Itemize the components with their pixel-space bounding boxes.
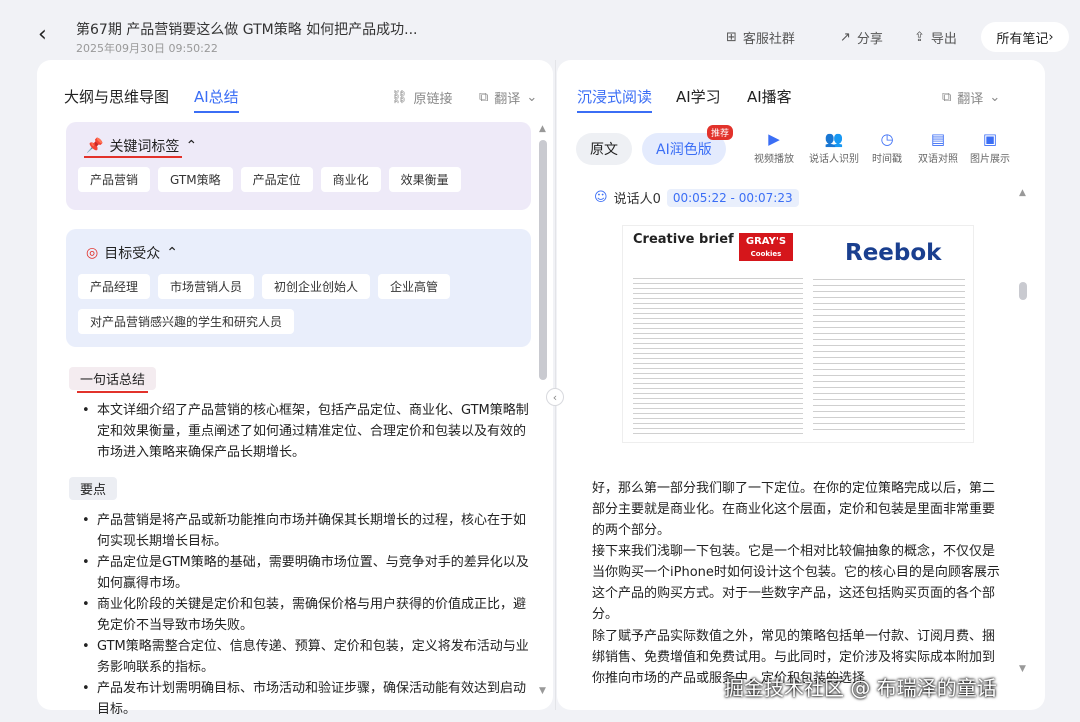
keyword-tag[interactable]: 商业化 (320, 167, 381, 192)
keyword-tag[interactable]: 产品定位 (240, 167, 313, 192)
scroll-down-icon[interactable]: ▼ (1019, 664, 1026, 674)
note-title: 第67期 产品营销要这么做 GTM策略 如何把产品成功... (76, 22, 418, 38)
right-scrollbar[interactable] (1019, 282, 1027, 300)
audience-header[interactable]: ◎ 目标受众 ⌃ (86, 243, 178, 263)
tab-ai-summary[interactable]: AI总结 (194, 86, 239, 113)
customer-community-button[interactable]: ⊞ 客服社群 (726, 28, 795, 47)
pin-icon: 📌 (86, 138, 104, 154)
list-item: 产品营销是将产品或新功能推向市场并确保其长期增长的过程，核心在于如何实现长期增长… (80, 510, 532, 552)
chevron-up-icon: ⌃ (185, 138, 198, 154)
creative-brief-slide: Creative brief GRAY'S Cookies Reebok (622, 225, 974, 443)
keyword-underline (84, 156, 182, 158)
translate-icon: ⧉ (942, 90, 952, 105)
bilingual-button[interactable]: ▤ 双语对照 (918, 130, 958, 165)
audience-tag[interactable]: 产品经理 (78, 274, 151, 299)
audience-tag[interactable]: 对产品营销感兴趣的学生和研究人员 (78, 309, 295, 334)
video-play-button[interactable]: ▶ 视频播放 (754, 130, 794, 165)
scroll-up-icon[interactable]: ▲ (1019, 188, 1026, 198)
watermark: 掘金技术社区 @ 布瑞泽的童话 (724, 676, 997, 700)
source-link-button[interactable]: ⛓ 原链接 (391, 88, 453, 107)
clock-icon: ◷ (880, 130, 894, 148)
audience-tags: 产品经理 市场营销人员 初创企业创始人 企业高管 对产品营销感兴趣的学生和研究人… (78, 274, 521, 334)
keywords-card: 📌 关键词标签 ⌃ 产品营销 GTM策略 产品定位 商业化 效果衡量 (66, 122, 531, 210)
tab-ai-podcast[interactable]: AI播客 (747, 86, 792, 107)
target-icon: ◎ (86, 245, 99, 261)
speaker-id-button[interactable]: 👥 说话人识别 (809, 130, 859, 165)
recommend-badge: 推荐 (707, 125, 734, 140)
keyword-tag[interactable]: 产品营销 (78, 167, 151, 192)
audience-tag[interactable]: 市场营销人员 (158, 274, 255, 299)
back-icon[interactable]: ‹ (38, 24, 47, 46)
speaker-id-icon: 👥 (824, 130, 844, 148)
one-line-summary-label: 一句话总结 (69, 367, 157, 393)
chevron-up-icon: ⌃ (166, 245, 178, 261)
list-item: GTM策略需整合定位、信息传递、预算、定价和包装，定义将发布活动与业务影响联系的… (80, 636, 532, 678)
timestamp-button[interactable]: ◷ 时间戳 (872, 130, 902, 165)
slide-title: Creative brief (633, 232, 734, 247)
audience-tag[interactable]: 初创企业创始人 (262, 274, 371, 299)
keyword-tag[interactable]: GTM策略 (158, 167, 233, 192)
chevron-down-icon: ⌄ (526, 90, 538, 105)
speaker-avatar-icon: ☺ (594, 190, 608, 205)
list-item: 产品定位是GTM策略的基础，需要明确市场位置、与竞争对手的差异化以及如何赢得市场… (80, 552, 532, 594)
slide-text-block (633, 274, 803, 434)
top-bar: ‹ 第67期 产品营销要这么做 GTM策略 如何把产品成功... 2025年09… (0, 0, 1080, 60)
audience-tag[interactable]: 企业高管 (378, 274, 451, 299)
timestamp-range[interactable]: 00:05:22 - 00:07:23 (666, 188, 799, 207)
list-item: 产品发布计划需明确目标、市场活动和验证步骤，确保活动能有效达到启动目标。 (80, 678, 532, 720)
collapse-icon[interactable]: ‹ (546, 388, 564, 406)
panel-divider (555, 60, 556, 710)
grid-icon: ⊞ (726, 30, 737, 45)
scroll-up-icon[interactable]: ▲ (539, 124, 546, 134)
translate-button-left[interactable]: ⧉ 翻译 ⌄ (479, 88, 537, 107)
link-icon: ⛓ (391, 90, 408, 105)
all-notes-button[interactable]: 所有笔记 › (981, 22, 1069, 52)
slide-form-block (813, 274, 965, 434)
summary-list: 本文详细介绍了产品营销的核心框架，包括产品定位、商业化、GTM策略制定和效果衡量… (80, 400, 532, 463)
chevron-down-icon: ⌄ (989, 90, 1001, 105)
speaker-row: ☺ 说话人0 00:05:22 - 00:07:23 (594, 188, 799, 207)
scroll-down-icon[interactable]: ▼ (539, 686, 546, 696)
translate-button-right[interactable]: ⧉ 翻译 ⌄ (942, 88, 1000, 107)
tab-outline-mindmap[interactable]: 大纲与思维导图 (64, 86, 169, 107)
transcript-paragraph: 接下来我们浅聊一下包装。它是一个相对比较偏抽象的概念，不仅仅是当你购买一个iPh… (592, 544, 1000, 622)
original-text-button[interactable]: 原文 (576, 133, 632, 165)
key-points-label: 要点 (69, 477, 118, 500)
chevron-right-icon: › (1048, 29, 1054, 45)
video-icon: ▶ (768, 130, 780, 148)
tab-immersive-reading[interactable]: 沉浸式阅读 (577, 86, 653, 113)
key-points-list: 产品营销是将产品或新功能推向市场并确保其长期增长的过程，核心在于如何实现长期增长… (80, 510, 532, 720)
export-icon: ⇪ (914, 30, 925, 45)
image-show-button[interactable]: ▣ 图片展示 (970, 130, 1010, 165)
translate-icon: ⧉ (479, 90, 489, 105)
share-icon: ↗ (840, 30, 851, 45)
export-button[interactable]: ⇪ 导出 (914, 28, 957, 47)
list-item: 商业化阶段的关键是定价和包装，需确保价格与用户获得的价值成正比，避免定价不当导致… (80, 594, 532, 636)
bilingual-icon: ▤ (930, 130, 946, 148)
left-scrollbar[interactable] (539, 140, 547, 380)
note-date: 2025年09月30日 09:50:22 (76, 42, 218, 55)
list-item: 本文详细介绍了产品营销的核心框架，包括产品定位、商业化、GTM策略制定和效果衡量… (80, 400, 532, 463)
grays-logo: GRAY'S Cookies (739, 233, 793, 261)
share-button[interactable]: ↗ 分享 (840, 28, 883, 47)
keyword-tag[interactable]: 效果衡量 (388, 167, 461, 192)
keywords-header[interactable]: 📌 关键词标签 ⌃ (86, 136, 197, 156)
audience-card: ◎ 目标受众 ⌃ 产品经理 市场营销人员 初创企业创始人 企业高管 对产品营销感兴趣… (66, 229, 531, 347)
reebok-logo: Reebok (845, 240, 942, 266)
tab-ai-learning[interactable]: AI学习 (676, 86, 721, 107)
image-icon: ▣ (982, 130, 998, 148)
transcript-paragraph: 好，那么第一部分我们聊了一下定位。在你的定位策略完成以后，第二部分主要就是商业化… (592, 481, 996, 538)
keyword-tags: 产品营销 GTM策略 产品定位 商业化 效果衡量 (78, 167, 521, 192)
